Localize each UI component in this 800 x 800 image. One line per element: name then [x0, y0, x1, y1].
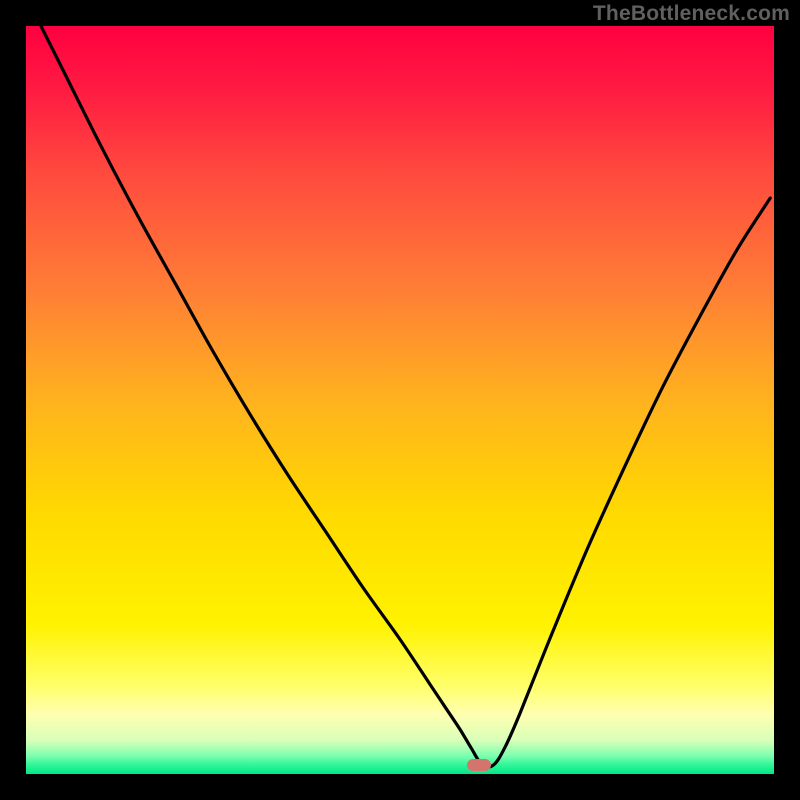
optimal-point-marker — [467, 759, 491, 771]
curve-layer — [26, 26, 774, 774]
plot-area — [26, 26, 774, 774]
watermark-text: TheBottleneck.com — [593, 2, 790, 26]
bottleneck-curve — [41, 26, 770, 767]
chart-frame: TheBottleneck.com — [0, 0, 800, 800]
